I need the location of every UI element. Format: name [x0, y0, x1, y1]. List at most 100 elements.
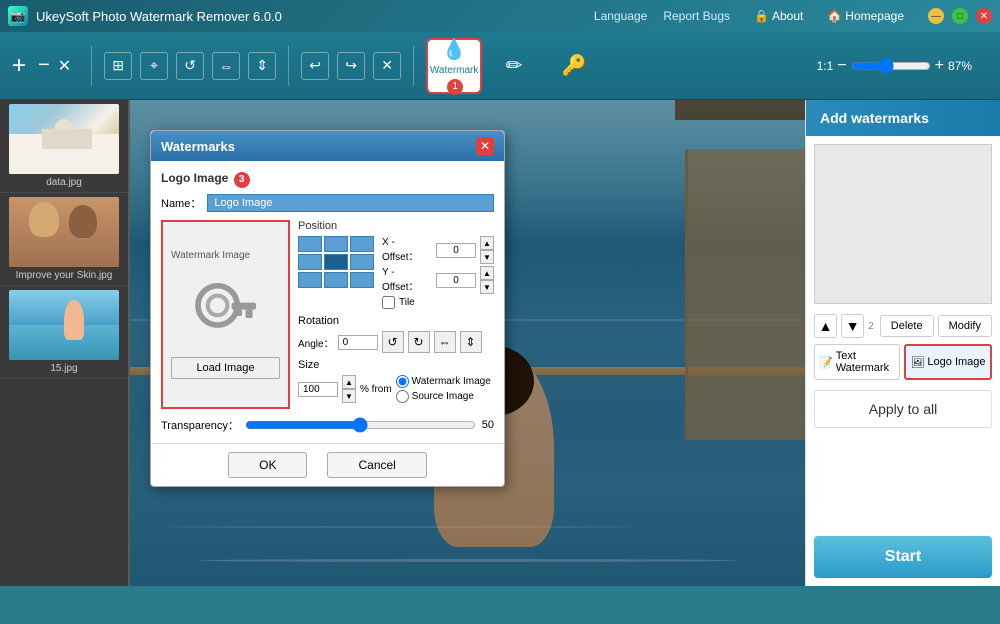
rotation-controls: Angle： ↺ ↻ ⇔ ⇕ — [298, 331, 494, 353]
close-x-button[interactable]: ✕ — [58, 56, 71, 76]
size-down[interactable]: ▼ — [342, 389, 356, 403]
language-link[interactable]: Language — [594, 9, 647, 23]
pos-cell-tr[interactable] — [350, 236, 374, 252]
about-button[interactable]: 🔒 About — [746, 6, 811, 26]
y-offset-input[interactable] — [436, 273, 476, 288]
position-section: Position — [298, 220, 494, 309]
start-button[interactable]: Start — [814, 536, 992, 578]
key-tool-button[interactable]: 🔑 — [546, 38, 602, 94]
file-list-sidebar: data.jpg Improve your Skin.jpg 15.jpg — [0, 100, 130, 586]
size-controls: ▲ ▼ % from Watermark Image — [298, 375, 494, 403]
watermark-tool-button[interactable]: 💧 Watermark 1 — [426, 38, 482, 94]
file-name: data.jpg — [46, 177, 82, 188]
move-up-button[interactable]: ▲ — [814, 314, 837, 338]
x-offset-row: X - Offset： ▲ ▼ — [382, 236, 494, 264]
watermark-image-box: Watermark Image Load Image — [161, 220, 290, 409]
rotate-ccw-button[interactable]: ↺ — [382, 331, 404, 353]
right-sidebar: Add watermarks ▲ ▼ 2 Delete Modify 📝 Tex… — [805, 100, 1000, 586]
zoom-out-button[interactable]: − — [837, 57, 846, 75]
move-down-button[interactable]: ▼ — [841, 314, 864, 338]
dialog-name-row: Name： — [161, 194, 494, 212]
report-bugs-link[interactable]: Report Bugs — [663, 9, 730, 23]
modify-watermark-button[interactable]: Modify — [938, 315, 992, 337]
size-input[interactable] — [298, 382, 338, 397]
pct-from-label: % from — [360, 384, 392, 395]
y-offset-down[interactable]: ▼ — [480, 280, 494, 294]
lasso-tool[interactable]: ⌖ — [140, 52, 168, 80]
add-watermarks-title: Add watermarks — [820, 110, 929, 126]
flip-v-btn[interactable]: ⇕ — [460, 331, 482, 353]
add-button[interactable]: + — [12, 52, 26, 80]
dialog-name-input[interactable] — [207, 194, 494, 212]
logo-image-tab[interactable]: 🖼 Logo Image — [904, 344, 992, 380]
watermark-type-tabs: 📝 Text Watermark 🖼 Logo Image — [806, 340, 1000, 384]
brush-tool-button[interactable]: ✏ — [486, 38, 542, 94]
flip-v-tool[interactable]: ⇕ — [248, 52, 276, 80]
remove-button[interactable]: − — [38, 54, 50, 77]
x-offset-down[interactable]: ▼ — [480, 250, 494, 264]
size-label: Size — [298, 359, 494, 371]
zoom-slider[interactable] — [851, 58, 931, 74]
angle-label: Angle： — [298, 335, 334, 350]
cancel-tool[interactable]: ✕ — [373, 52, 401, 80]
file-item[interactable]: data.jpg — [0, 100, 128, 193]
dialog-cancel-button[interactable]: Cancel — [327, 452, 426, 478]
file-item[interactable]: Improve your Skin.jpg — [0, 193, 128, 286]
x-offset-up[interactable]: ▲ — [480, 236, 494, 250]
source-image-radio[interactable] — [396, 390, 409, 403]
tile-checkbox[interactable] — [382, 296, 395, 309]
key-icon: 🔑 — [562, 53, 587, 78]
rotate-tool[interactable]: ↺ — [176, 52, 204, 80]
logo-image-icon: 🖼 — [910, 356, 924, 369]
pos-cell-bl[interactable] — [298, 272, 322, 288]
minimize-button[interactable]: — — [928, 8, 944, 24]
close-button[interactable]: ✕ — [976, 8, 992, 24]
pos-cell-bc[interactable] — [324, 272, 348, 288]
apply-to-all-button[interactable]: Apply to all — [814, 390, 992, 428]
maximize-button[interactable]: □ — [952, 8, 968, 24]
delete-watermark-button[interactable]: Delete — [880, 315, 934, 337]
crop-tool[interactable]: ⊞ — [104, 52, 132, 80]
pos-cell-tc[interactable] — [324, 236, 348, 252]
x-offset-input[interactable] — [436, 243, 476, 258]
dialog-footer: OK Cancel — [151, 443, 504, 486]
y-offset-up[interactable]: ▲ — [480, 266, 494, 280]
transparency-value: 50 — [482, 419, 494, 431]
size-up[interactable]: ▲ — [342, 375, 356, 389]
zoom-in-button[interactable]: + — [935, 57, 944, 75]
lock-icon: 🔒 — [754, 9, 769, 23]
text-watermark-tab[interactable]: 📝 Text Watermark — [814, 344, 900, 380]
file-thumbnail — [9, 104, 119, 174]
pos-cell-mc[interactable] — [324, 254, 348, 270]
source-image-radio-label: Source Image — [396, 390, 491, 403]
angle-input[interactable] — [338, 335, 378, 350]
dialog-ok-button[interactable]: OK — [228, 452, 307, 478]
pos-cell-mr[interactable] — [350, 254, 374, 270]
app-logo: 📷 — [8, 6, 28, 26]
transparency-slider[interactable] — [245, 417, 476, 433]
file-thumbnail — [9, 290, 119, 360]
load-image-button[interactable]: Load Image — [171, 357, 280, 379]
watermark-image-radio[interactable] — [396, 375, 409, 388]
canvas-area: Watermarks ✕ Logo Image 3 Name： — [130, 100, 805, 586]
watermarks-dialog: Watermarks ✕ Logo Image 3 Name： — [150, 130, 505, 487]
x-offset-label: X - Offset： — [382, 237, 432, 263]
main-toolbar: + − ✕ ⊞ ⌖ ↺ ⇔ ⇕ ↩ ↪ ✕ 💧 Watermark 1 ✏ — [0, 32, 1000, 100]
zoom-reset-label[interactable]: 1:1 — [817, 59, 834, 73]
pos-cell-tl[interactable] — [298, 236, 322, 252]
dialog-name-label: Name： — [161, 195, 201, 211]
zoom-percentage: 87% — [948, 59, 988, 73]
file-item[interactable]: 15.jpg — [0, 286, 128, 379]
flip-h-btn[interactable]: ⇔ — [434, 331, 456, 353]
rotate-cw-button[interactable]: ↻ — [408, 331, 430, 353]
pos-cell-br[interactable] — [350, 272, 374, 288]
dialog-close-button[interactable]: ✕ — [476, 137, 494, 155]
pos-cell-ml[interactable] — [298, 254, 322, 270]
dialog-body: Logo Image 3 Name： Watermark Image — [151, 161, 504, 443]
undo-tool[interactable]: ↩ — [301, 52, 329, 80]
flip-h-tool[interactable]: ⇔ — [212, 52, 240, 80]
dialog-right-controls: Position — [298, 220, 494, 409]
homepage-button[interactable]: 🏠 Homepage — [819, 6, 912, 26]
redo-tool[interactable]: ↪ — [337, 52, 365, 80]
transparency-row: Transparency： 50 — [161, 417, 494, 433]
